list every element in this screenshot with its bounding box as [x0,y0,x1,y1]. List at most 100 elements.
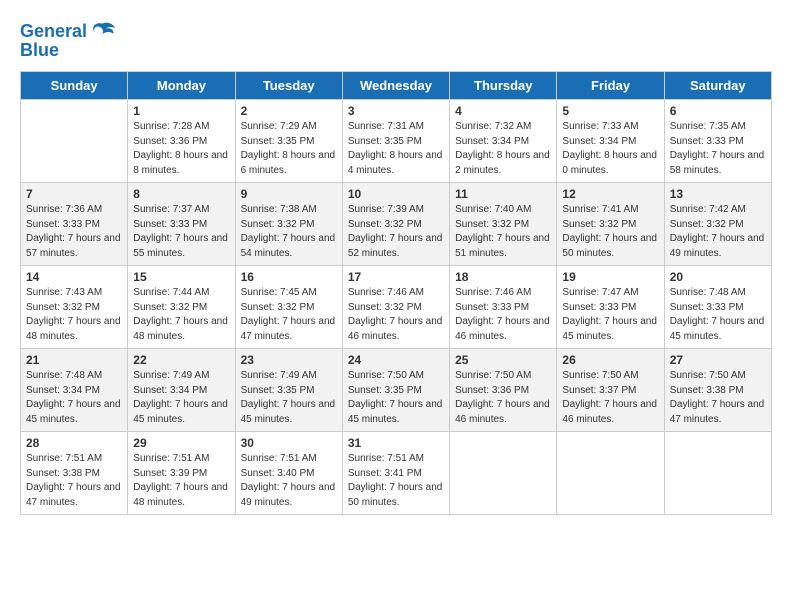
calendar-cell: 30 Sunrise: 7:51 AMSunset: 3:40 PMDayligh… [235,432,342,515]
day-number: 19 [562,270,658,284]
calendar-cell: 25 Sunrise: 7:50 AMSunset: 3:36 PMDayligh… [450,349,557,432]
calendar-cell: 20 Sunrise: 7:48 AMSunset: 3:33 PMDayligh… [664,266,771,349]
calendar-cell [557,432,664,515]
day-number: 16 [241,270,337,284]
day-info: Sunrise: 7:37 AMSunset: 3:33 PMDaylight:… [133,203,229,261]
day-info: Sunrise: 7:46 AMSunset: 3:33 PMDaylight:… [455,286,551,344]
calendar-cell: 31 Sunrise: 7:51 AMSunset: 3:41 PMDayligh… [342,432,449,515]
day-number: 24 [348,353,444,367]
day-info: Sunrise: 7:50 AMSunset: 3:35 PMDaylight:… [348,369,444,427]
day-info: Sunrise: 7:35 AMSunset: 3:33 PMDaylight:… [670,120,766,178]
day-info: Sunrise: 7:31 AMSunset: 3:35 PMDaylight:… [348,120,444,178]
col-header-tuesday: Tuesday [235,72,342,100]
calendar-cell [664,432,771,515]
day-info: Sunrise: 7:51 AMSunset: 3:41 PMDaylight:… [348,452,444,510]
day-number: 18 [455,270,551,284]
calendar-header-row: SundayMondayTuesdayWednesdayThursdayFrid… [21,72,772,100]
calendar-cell: 10 Sunrise: 7:39 AMSunset: 3:32 PMDayligh… [342,183,449,266]
calendar-cell: 18 Sunrise: 7:46 AMSunset: 3:33 PMDayligh… [450,266,557,349]
day-info: Sunrise: 7:51 AMSunset: 3:39 PMDaylight:… [133,452,229,510]
day-info: Sunrise: 7:49 AMSunset: 3:35 PMDaylight:… [241,369,337,427]
calendar-cell: 19 Sunrise: 7:47 AMSunset: 3:33 PMDayligh… [557,266,664,349]
day-info: Sunrise: 7:51 AMSunset: 3:38 PMDaylight:… [26,452,122,510]
day-info: Sunrise: 7:48 AMSunset: 3:34 PMDaylight:… [26,369,122,427]
calendar-cell: 26Sunrise: 7:50 AMSunset: 3:37 PMDayligh… [557,349,664,432]
day-info: Sunrise: 7:45 AMSunset: 3:32 PMDaylight:… [241,286,337,344]
day-number: 2 [241,104,337,118]
day-number: 30 [241,436,337,450]
calendar-cell: 13 Sunrise: 7:42 AMSunset: 3:32 PMDayligh… [664,183,771,266]
col-header-wednesday: Wednesday [342,72,449,100]
day-number: 14 [26,270,122,284]
day-number: 29 [133,436,229,450]
day-info: Sunrise: 7:29 AMSunset: 3:35 PMDaylight:… [241,120,337,178]
day-info: Sunrise: 7:46 AMSunset: 3:32 PMDaylight:… [348,286,444,344]
day-number: 27 [670,353,766,367]
day-info: Sunrise: 7:28 AMSunset: 3:36 PMDaylight:… [133,120,229,178]
day-number: 10 [348,187,444,201]
day-info: Sunrise: 7:51 AMSunset: 3:40 PMDaylight:… [241,452,337,510]
day-number: 13 [670,187,766,201]
day-number: 21 [26,353,122,367]
calendar-cell: 27 Sunrise: 7:50 AMSunset: 3:38 PMDayligh… [664,349,771,432]
calendar-table: SundayMondayTuesdayWednesdayThursdayFrid… [20,71,772,515]
col-header-saturday: Saturday [664,72,771,100]
calendar-cell: 3 Sunrise: 7:31 AMSunset: 3:35 PMDaylight… [342,100,449,183]
calendar-cell: 21 Sunrise: 7:48 AMSunset: 3:34 PMDayligh… [21,349,128,432]
calendar-cell: 2 Sunrise: 7:29 AMSunset: 3:35 PMDaylight… [235,100,342,183]
calendar-cell: 11 Sunrise: 7:40 AMSunset: 3:32 PMDayligh… [450,183,557,266]
calendar-cell: 28Sunrise: 7:51 AMSunset: 3:38 PMDayligh… [21,432,128,515]
day-info: Sunrise: 7:39 AMSunset: 3:32 PMDaylight:… [348,203,444,261]
col-header-monday: Monday [128,72,235,100]
day-number: 9 [241,187,337,201]
week-row-1: 1 Sunrise: 7:28 AMSunset: 3:36 PMDaylight… [21,100,772,183]
day-number: 23 [241,353,337,367]
day-info: Sunrise: 7:33 AMSunset: 3:34 PMDaylight:… [562,120,658,178]
day-info: Sunrise: 7:47 AMSunset: 3:33 PMDaylight:… [562,286,658,344]
week-row-2: 7 Sunrise: 7:36 AMSunset: 3:33 PMDaylight… [21,183,772,266]
day-info: Sunrise: 7:36 AMSunset: 3:33 PMDaylight:… [26,203,122,261]
day-number: 25 [455,353,551,367]
week-row-5: 28Sunrise: 7:51 AMSunset: 3:38 PMDayligh… [21,432,772,515]
day-number: 22 [133,353,229,367]
day-info: Sunrise: 7:44 AMSunset: 3:32 PMDaylight:… [133,286,229,344]
calendar-cell: 14 Sunrise: 7:43 AMSunset: 3:32 PMDayligh… [21,266,128,349]
calendar-cell: 1 Sunrise: 7:28 AMSunset: 3:36 PMDaylight… [128,100,235,183]
calendar-cell [450,432,557,515]
calendar-cell: 24 Sunrise: 7:50 AMSunset: 3:35 PMDayligh… [342,349,449,432]
day-number: 1 [133,104,229,118]
day-info: Sunrise: 7:40 AMSunset: 3:32 PMDaylight:… [455,203,551,261]
calendar-cell: 15 Sunrise: 7:44 AMSunset: 3:32 PMDayligh… [128,266,235,349]
day-number: 12 [562,187,658,201]
calendar-cell: 9 Sunrise: 7:38 AMSunset: 3:32 PMDaylight… [235,183,342,266]
day-number: 11 [455,187,551,201]
day-number: 20 [670,270,766,284]
calendar-cell: 7 Sunrise: 7:36 AMSunset: 3:33 PMDaylight… [21,183,128,266]
col-header-sunday: Sunday [21,72,128,100]
calendar-cell: 5 Sunrise: 7:33 AMSunset: 3:34 PMDaylight… [557,100,664,183]
day-number: 15 [133,270,229,284]
day-number: 3 [348,104,444,118]
col-header-friday: Friday [557,72,664,100]
day-number: 31 [348,436,444,450]
day-number: 7 [26,187,122,201]
calendar-cell: 22Sunrise: 7:49 AMSunset: 3:34 PMDayligh… [128,349,235,432]
calendar-cell: 16 Sunrise: 7:45 AMSunset: 3:32 PMDayligh… [235,266,342,349]
day-info: Sunrise: 7:42 AMSunset: 3:32 PMDaylight:… [670,203,766,261]
logo: General Blue [20,20,117,61]
calendar-cell: 12Sunrise: 7:41 AMSunset: 3:32 PMDayligh… [557,183,664,266]
day-info: Sunrise: 7:50 AMSunset: 3:38 PMDaylight:… [670,369,766,427]
day-info: Sunrise: 7:38 AMSunset: 3:32 PMDaylight:… [241,203,337,261]
calendar-cell: 17Sunrise: 7:46 AMSunset: 3:32 PMDayligh… [342,266,449,349]
day-info: Sunrise: 7:32 AMSunset: 3:34 PMDaylight:… [455,120,551,178]
day-info: Sunrise: 7:50 AMSunset: 3:36 PMDaylight:… [455,369,551,427]
day-info: Sunrise: 7:43 AMSunset: 3:32 PMDaylight:… [26,286,122,344]
day-info: Sunrise: 7:48 AMSunset: 3:33 PMDaylight:… [670,286,766,344]
week-row-3: 14 Sunrise: 7:43 AMSunset: 3:32 PMDayligh… [21,266,772,349]
calendar-cell: 8Sunrise: 7:37 AMSunset: 3:33 PMDaylight… [128,183,235,266]
col-header-thursday: Thursday [450,72,557,100]
calendar-cell: 23 Sunrise: 7:49 AMSunset: 3:35 PMDayligh… [235,349,342,432]
day-number: 26 [562,353,658,367]
calendar-cell: 4Sunrise: 7:32 AMSunset: 3:34 PMDaylight… [450,100,557,183]
day-number: 5 [562,104,658,118]
